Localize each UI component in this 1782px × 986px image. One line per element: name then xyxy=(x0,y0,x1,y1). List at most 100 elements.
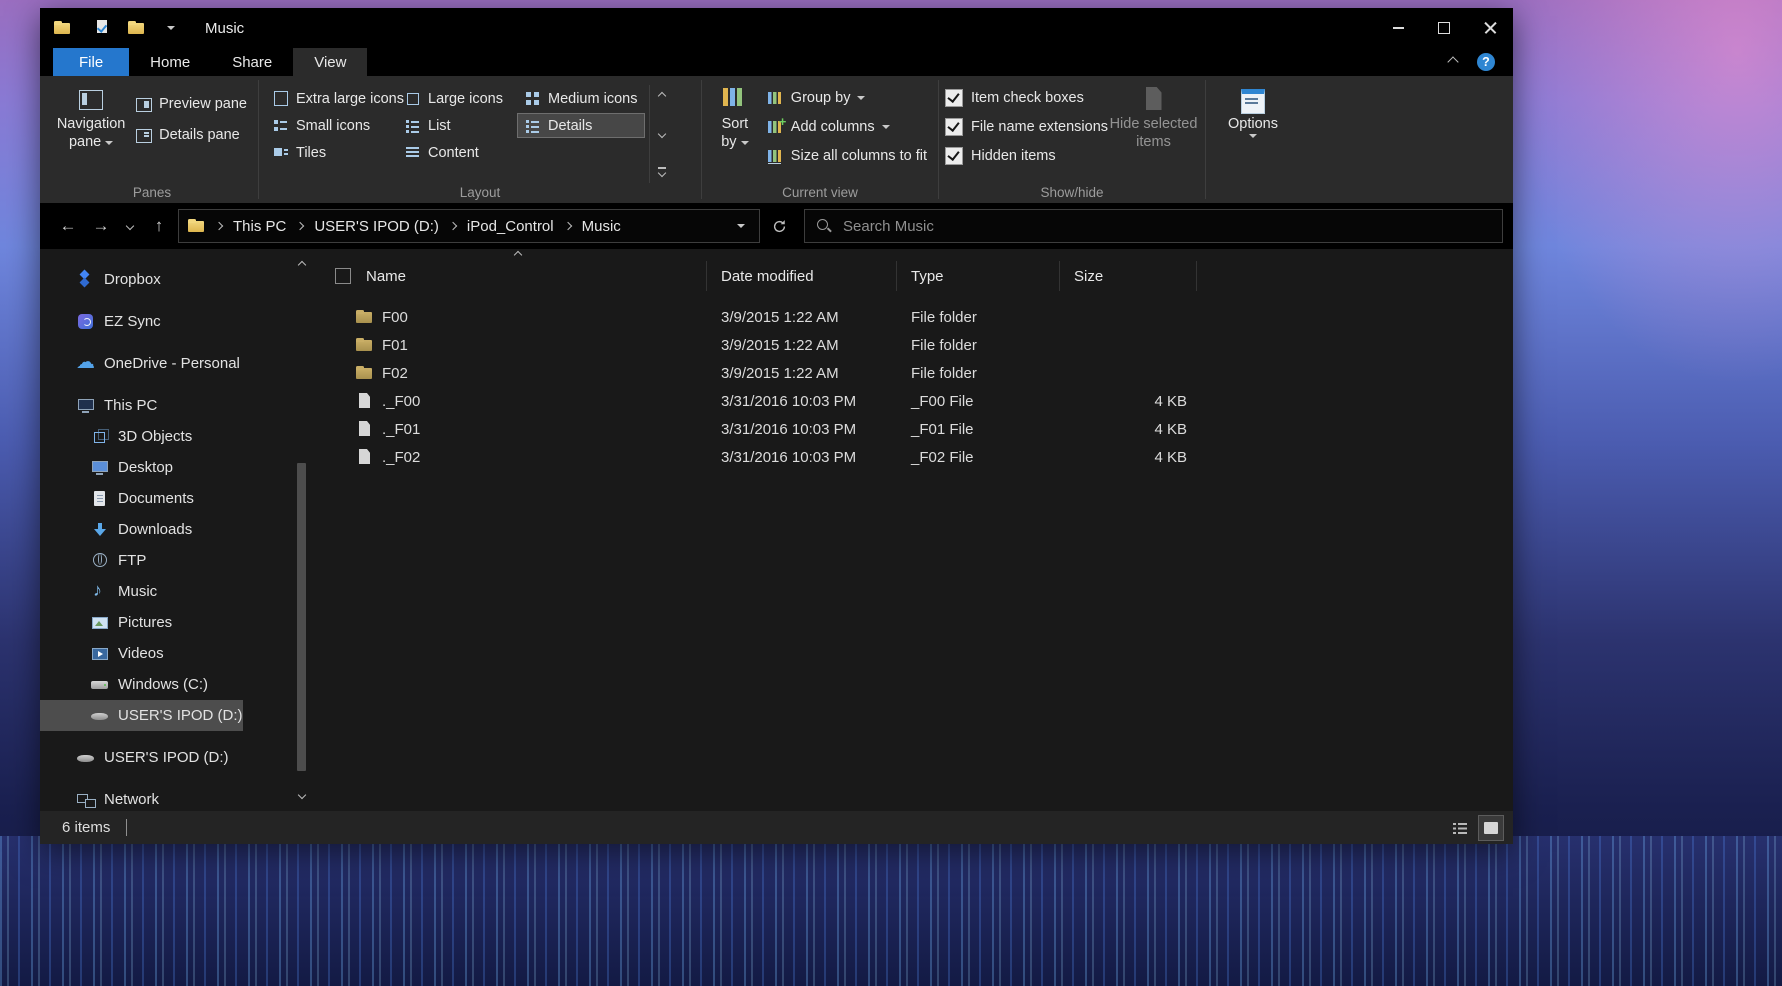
up-button[interactable] xyxy=(145,211,173,241)
back-button[interactable] xyxy=(54,211,82,241)
qat-new-folder-button[interactable] xyxy=(125,15,149,41)
file-row-f02[interactable]: F02 3/9/2015 1:22 AM File folder xyxy=(310,359,1513,387)
size-all-columns-button[interactable]: Size all columns to fit xyxy=(762,143,932,169)
file-row-dot-f01[interactable]: ._F01 3/31/2016 10:03 PM _F01 File 4 KB xyxy=(310,415,1513,443)
ribbon-group-panes: Navigation pane Preview pane Details pan… xyxy=(48,76,256,203)
item-check-boxes-checkbox[interactable]: Item check boxes xyxy=(945,83,1108,112)
scrollbar-thumb[interactable] xyxy=(297,463,306,771)
gallery-more-button[interactable] xyxy=(654,164,670,179)
column-header-size[interactable]: Size xyxy=(1060,261,1197,291)
layout-large-icons[interactable]: Large icons xyxy=(397,86,517,111)
chevron-down-icon xyxy=(658,169,666,177)
sidebar-scrollbar[interactable] xyxy=(295,249,308,811)
music-note-icon xyxy=(90,582,110,602)
sidebar-item-users-ipod-root[interactable]: USER'S IPOD (D:) xyxy=(40,742,229,773)
sidebar-item-onedrive[interactable]: OneDrive - Personal xyxy=(40,348,240,379)
sidebar-item-dropbox[interactable]: Dropbox xyxy=(40,264,161,295)
layout-extra-large-icons[interactable]: Extra large icons xyxy=(265,86,397,111)
file-row-dot-f02[interactable]: ._F02 3/31/2016 10:03 PM _F02 File 4 KB xyxy=(310,443,1513,471)
preview-pane-label: Preview pane xyxy=(159,96,247,112)
collapse-ribbon-button[interactable] xyxy=(1449,58,1457,66)
sidebar-item-users-ipod-d[interactable]: USER'S IPOD (D:) xyxy=(40,700,243,731)
column-header-date-modified[interactable]: Date modified xyxy=(707,261,897,291)
options-icon xyxy=(1238,85,1268,115)
sidebar-item-downloads[interactable]: Downloads xyxy=(40,514,192,545)
column-header-type[interactable]: Type xyxy=(897,261,1060,291)
address-bar[interactable]: This PC USER'S IPOD (D:) iPod_Control Mu… xyxy=(178,209,760,243)
file-row-f01[interactable]: F01 3/9/2015 1:22 AM File folder xyxy=(310,331,1513,359)
recent-locations-button[interactable] xyxy=(120,211,140,241)
details-view-button[interactable] xyxy=(1448,816,1472,840)
group-by-icon xyxy=(767,90,784,107)
sidebar-item-pictures[interactable]: Pictures xyxy=(40,607,172,638)
sidebar-item-label: Music xyxy=(118,583,157,600)
maximize-button[interactable] xyxy=(1421,8,1467,48)
address-dropdown-button[interactable] xyxy=(729,212,753,240)
sidebar-item-this-pc[interactable]: This PC xyxy=(40,390,157,421)
column-header-name[interactable]: Name xyxy=(310,261,707,291)
minimize-button[interactable] xyxy=(1375,8,1421,48)
file-date: 3/9/2015 1:22 AM xyxy=(707,309,897,326)
layout-details[interactable]: Details xyxy=(517,113,645,138)
gallery-scroll-up-button[interactable] xyxy=(654,88,670,103)
breadcrumb-ipod-drive[interactable]: USER'S IPOD (D:) xyxy=(312,218,441,235)
qat-customize-button[interactable] xyxy=(159,15,183,41)
tab-home[interactable]: Home xyxy=(129,48,211,76)
file-type: File folder xyxy=(897,365,1060,382)
sidebar-item-documents[interactable]: Documents xyxy=(40,483,194,514)
details-pane-button[interactable]: Details pane xyxy=(130,122,252,148)
sidebar-item-ftp[interactable]: FTP xyxy=(40,545,146,576)
hide-selected-items-button[interactable]: Hide selected items xyxy=(1108,81,1199,179)
file-row-f00[interactable]: F00 3/9/2015 1:22 AM File folder xyxy=(310,303,1513,331)
thumbnail-view-button[interactable] xyxy=(1479,816,1503,840)
add-columns-label: Add columns xyxy=(791,119,875,135)
sidebar-item-desktop[interactable]: Desktop xyxy=(40,452,173,483)
tab-share[interactable]: Share xyxy=(211,48,293,76)
add-columns-button[interactable]: Add columns xyxy=(762,114,932,140)
layout-list[interactable]: List xyxy=(397,113,517,138)
sidebar-item-windows-c[interactable]: Windows (C:) xyxy=(40,669,208,700)
group-by-button[interactable]: Group by xyxy=(762,85,932,111)
sidebar-item-music[interactable]: Music xyxy=(40,576,157,607)
breadcrumb-this-pc[interactable]: This PC xyxy=(231,218,288,235)
search-input[interactable] xyxy=(841,217,1491,236)
select-all-checkbox[interactable] xyxy=(335,268,351,284)
file-name-extensions-checkbox[interactable]: File name extensions xyxy=(945,112,1108,141)
breadcrumb-music[interactable]: Music xyxy=(580,218,623,235)
layout-tiles[interactable]: Tiles xyxy=(265,140,397,165)
sidebar-item-network[interactable]: Network xyxy=(40,784,159,815)
navigation-pane-icon xyxy=(76,85,106,115)
scrollbar-up-button[interactable] xyxy=(295,257,308,273)
hidden-items-checkbox[interactable]: Hidden items xyxy=(945,141,1108,170)
sidebar-item-label: Pictures xyxy=(118,614,172,631)
column-type-label: Type xyxy=(911,268,944,285)
file-row-dot-f00[interactable]: ._F00 3/31/2016 10:03 PM _F00 File 4 KB xyxy=(310,387,1513,415)
refresh-button[interactable] xyxy=(765,211,793,241)
layout-small-icons[interactable]: Small icons xyxy=(265,113,397,138)
options-button[interactable]: Options xyxy=(1212,81,1294,179)
help-button[interactable] xyxy=(1477,53,1495,71)
forward-button[interactable] xyxy=(87,211,115,241)
sidebar-item-3d-objects[interactable]: 3D Objects xyxy=(40,421,192,452)
tab-view[interactable]: View xyxy=(293,48,367,76)
sidebar-item-label: Network xyxy=(104,791,159,808)
tab-file[interactable]: File xyxy=(53,48,129,76)
breadcrumb-ipod-control[interactable]: iPod_Control xyxy=(465,218,556,235)
sidebar-item-ez-sync[interactable]: EZ Sync xyxy=(40,306,161,337)
scrollbar-down-button[interactable] xyxy=(295,787,308,803)
layout-content[interactable]: Content xyxy=(397,140,517,165)
details-view-icon xyxy=(524,117,541,134)
sidebar-item-videos[interactable]: Videos xyxy=(40,638,164,669)
gallery-scroll-down-button[interactable] xyxy=(654,126,670,141)
layout-medium-icons[interactable]: Medium icons xyxy=(517,86,645,111)
sidebar-item-label: Videos xyxy=(118,645,164,662)
status-divider xyxy=(126,819,127,836)
quick-access-toolbar xyxy=(91,15,183,41)
ribbon-group-layout: Extra large icons Small icons Tiles Larg… xyxy=(261,76,699,203)
preview-pane-button[interactable]: Preview pane xyxy=(130,91,252,117)
close-button[interactable] xyxy=(1467,8,1513,48)
navigation-pane-button[interactable]: Navigation pane xyxy=(52,81,130,179)
qat-properties-button[interactable] xyxy=(91,15,115,41)
search-box[interactable] xyxy=(804,209,1503,243)
sort-by-button[interactable]: Sort by xyxy=(708,81,762,179)
